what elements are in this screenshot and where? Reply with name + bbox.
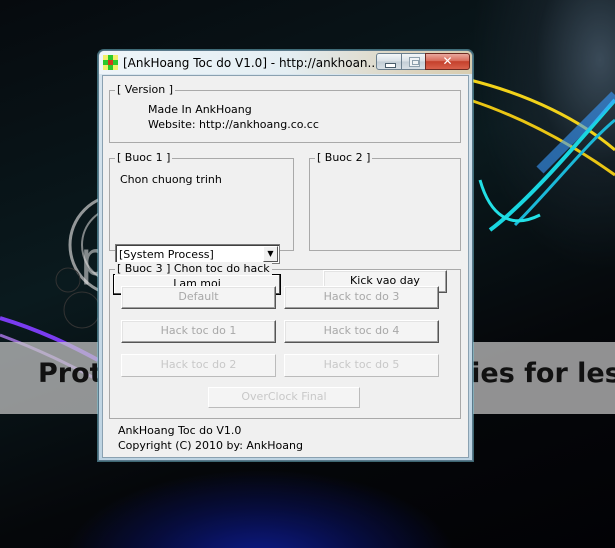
hack-speed-4-button[interactable]: Hack toc do 4 [284,320,439,343]
step1-group: [ Buoc 1 ] Chon chuong trinh [109,151,294,251]
close-button[interactable]: ✕ [425,53,470,70]
app-icon [103,55,118,70]
wallpaper-ring-3 [55,267,81,293]
title-bar[interactable]: [AnkHoang Toc do V1.0] - http://ankhoan.… [99,51,472,74]
footer-copyright: Copyright (C) 2010 by: AnkHoang [118,439,303,452]
hack-speed-3-button[interactable]: Hack toc do 3 [284,286,439,309]
maximize-icon [409,57,420,67]
window-title: [AnkHoang Toc do V1.0] - http://ankhoan.… [123,56,379,70]
default-speed-button[interactable]: Default [121,286,276,309]
step3-legend: [ Buoc 3 ] Chon toc do hack [115,262,272,275]
maximize-button[interactable] [401,53,426,70]
minimize-button[interactable] [376,53,402,70]
process-select[interactable]: [System Process] ▼ [115,244,280,264]
step2-legend: [ Buoc 2 ] [315,151,373,164]
minimize-icon [385,63,396,68]
close-icon: ✕ [442,54,453,68]
choose-program-label: Chon chuong trinh [120,173,222,186]
app-window: [AnkHoang Toc do V1.0] - http://ankhoan.… [98,50,473,461]
client-area: [ Version ] Made In AnkHoang Website: ht… [102,75,469,458]
process-select-value: [System Process] [119,248,214,261]
chevron-down-icon[interactable]: ▼ [263,246,278,262]
hack-speed-5-button[interactable]: Hack toc do 5 [284,354,439,377]
wallpaper-swoosh-cyan-2 [513,118,615,227]
step1-legend: [ Buoc 1 ] [115,151,173,164]
wallpaper-ring-4 [63,291,101,329]
version-group: [ Version ] Made In AnkHoang Website: ht… [109,83,461,143]
version-legend: [ Version ] [115,83,176,96]
hack-speed-2-button[interactable]: Hack toc do 2 [121,354,276,377]
hack-speed-1-button[interactable]: Hack toc do 1 [121,320,276,343]
made-in-label: Made In AnkHoang [148,103,252,116]
footer-app-version: AnkHoang Toc do V1.0 [118,424,242,437]
step2-group: [ Buoc 2 ] [309,151,461,251]
overclock-final-button[interactable]: OverClock Final [208,387,360,408]
website-label: Website: http://ankhoang.co.cc [148,118,319,131]
